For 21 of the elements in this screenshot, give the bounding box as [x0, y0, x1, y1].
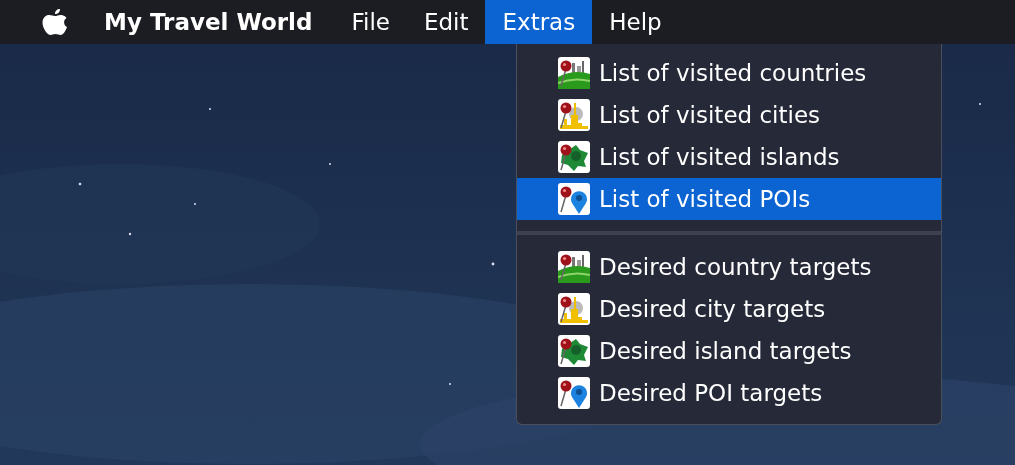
hill-skyline-pin-icon	[558, 57, 590, 89]
map-pins-icon	[558, 377, 590, 409]
menu-item[interactable]: Desired city targets	[517, 288, 941, 330]
menu-title[interactable]: Extras	[485, 0, 593, 44]
menu-title[interactable]: Help	[592, 0, 679, 44]
menu-title[interactable]: File	[334, 0, 407, 44]
app-name-menu[interactable]: My Travel World	[104, 9, 313, 35]
hill-skyline-pin-icon	[558, 251, 590, 283]
menu-item[interactable]: List of visited countries	[517, 52, 941, 94]
menu-item[interactable]: List of visited islands	[517, 136, 941, 178]
menu-item[interactable]: Desired country targets	[517, 246, 941, 288]
menu-item[interactable]: Desired island targets	[517, 330, 941, 372]
menu-item[interactable]: List of visited POIs	[517, 178, 941, 220]
map-pins-icon	[558, 183, 590, 215]
skyline-pin-icon	[558, 99, 590, 131]
island-pin-icon	[558, 335, 590, 367]
menu-title[interactable]: Edit	[406, 0, 486, 44]
skyline-pin-icon	[558, 293, 590, 325]
island-pin-icon	[558, 141, 590, 173]
menu-item[interactable]: List of visited cities	[517, 94, 941, 136]
apple-icon[interactable]	[40, 6, 70, 38]
